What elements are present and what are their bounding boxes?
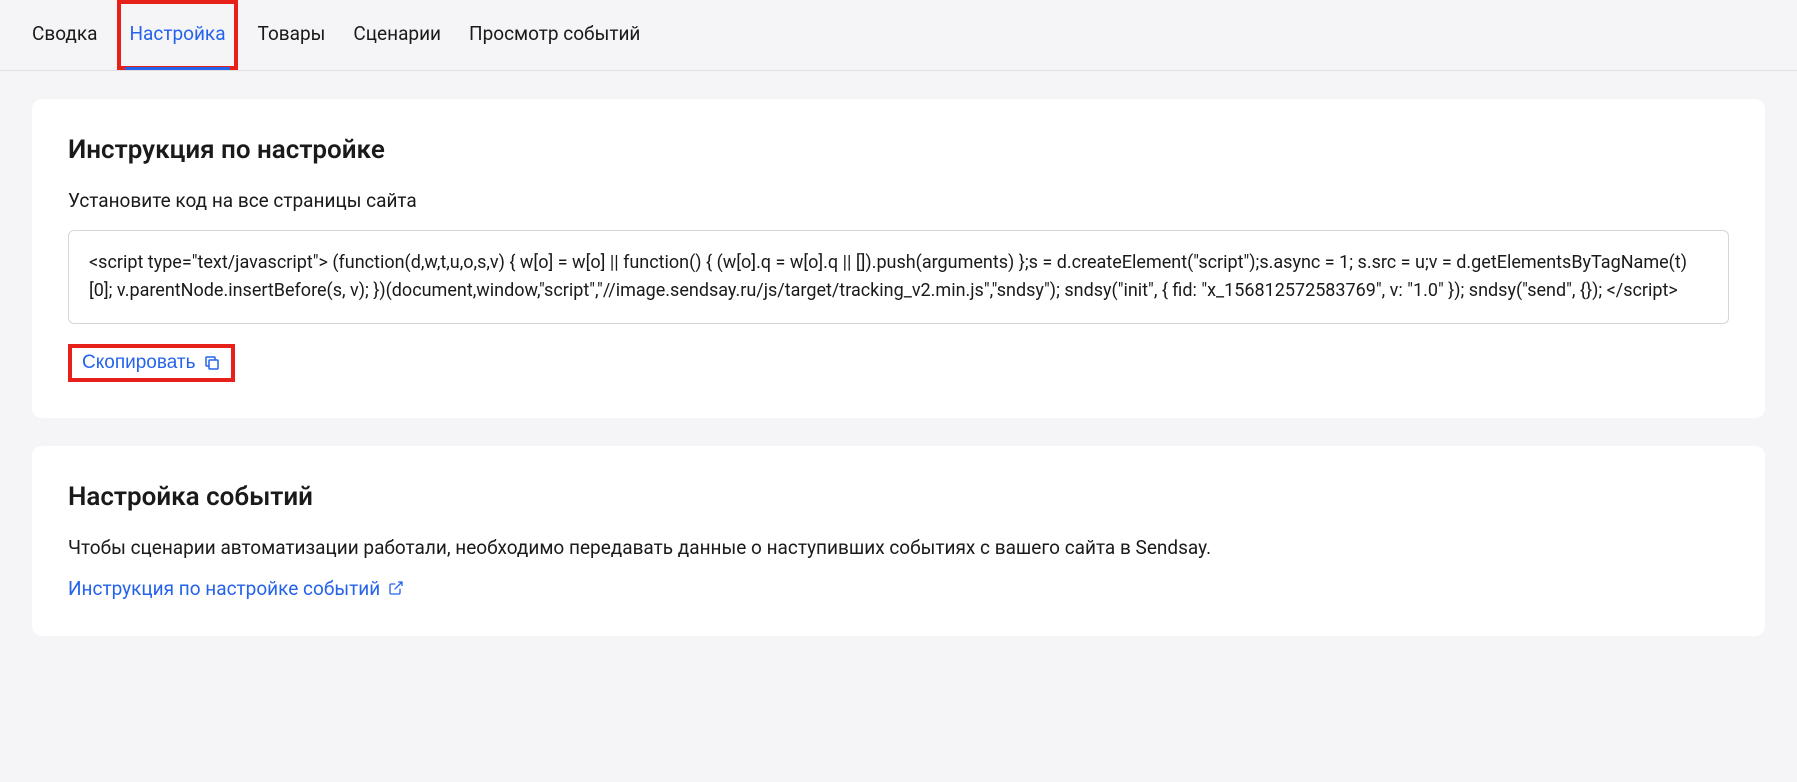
tab-scenarios[interactable]: Сценарии (353, 0, 441, 70)
tab-settings[interactable]: Настройка (117, 0, 237, 70)
copy-button[interactable]: Скопировать (68, 344, 235, 382)
events-card: Настройка событий Чтобы сценарии автомат… (32, 446, 1765, 636)
tabs-bar: Сводка Настройка Товары Сценарии Просмот… (0, 0, 1797, 71)
tab-products[interactable]: Товары (258, 0, 326, 70)
instruction-card: Инструкция по настройке Установите код н… (32, 99, 1765, 418)
events-description: Чтобы сценарии автоматизации работали, н… (68, 536, 1729, 559)
copy-icon (203, 354, 221, 372)
tab-summary[interactable]: Сводка (32, 0, 97, 70)
code-box[interactable]: <script type="text/javascript"> (functio… (68, 230, 1729, 324)
content-area: Инструкция по настройке Установите код н… (0, 71, 1797, 692)
instruction-title: Инструкция по настройке (68, 135, 1729, 165)
events-link-label: Инструкция по настройке событий (68, 577, 380, 600)
tab-event-viewer[interactable]: Просмотр событий (469, 0, 640, 70)
events-instruction-link[interactable]: Инструкция по настройке событий (68, 577, 404, 600)
copy-button-label: Скопировать (82, 352, 195, 374)
tab-settings-label: Настройка (129, 22, 225, 45)
events-title: Настройка событий (68, 482, 1729, 512)
tab-active-underline (125, 67, 229, 70)
external-link-icon (388, 580, 404, 596)
instruction-subtitle: Установите код на все страницы сайта (68, 189, 1729, 212)
